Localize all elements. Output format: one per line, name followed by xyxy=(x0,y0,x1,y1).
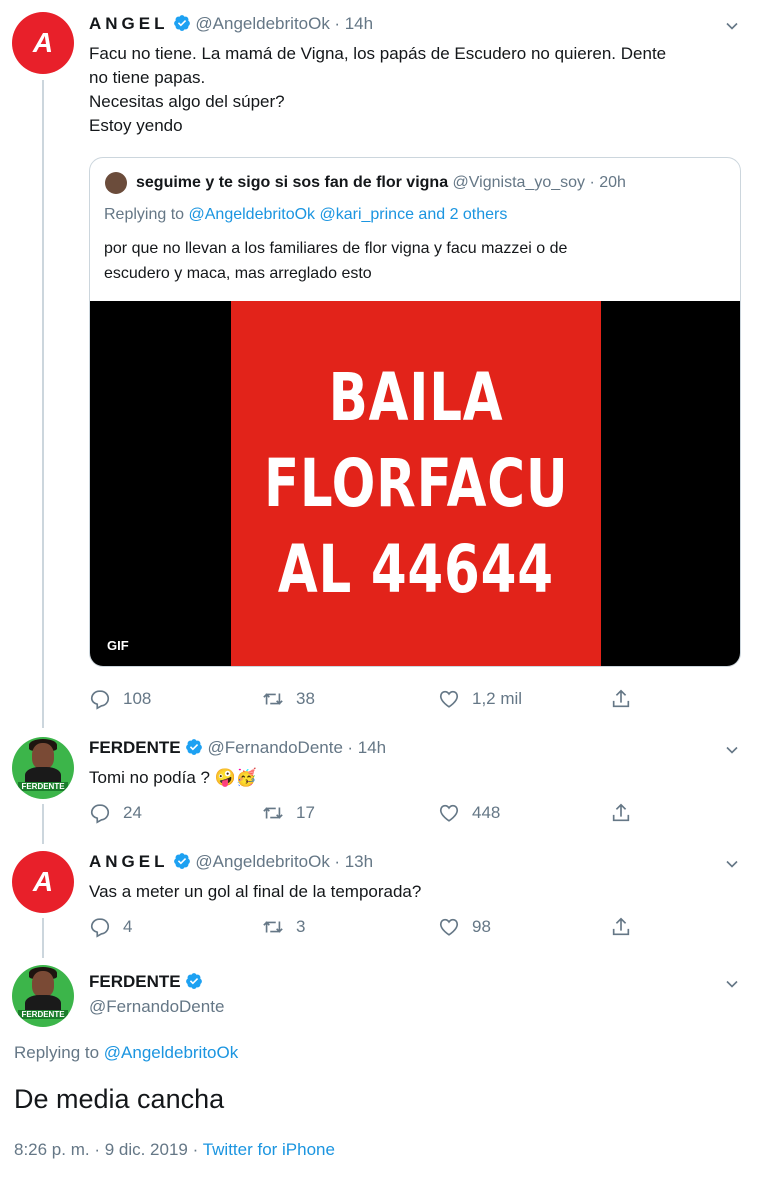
thread-line xyxy=(42,804,44,844)
like-count: 1,2 mil xyxy=(472,689,523,708)
quoted-time: · 20h xyxy=(589,174,626,191)
quoted-handle: @Vignista_yo_soy xyxy=(452,174,586,191)
tweet-header: FERDENTE @FernandoDente · 14h xyxy=(89,738,386,758)
gif-media[interactable]: BAILA FLORFACU AL 44644 GIF xyxy=(90,301,740,666)
replying-to: Replying to @AngeldebritoOk xyxy=(14,1043,239,1062)
quoted-tweet[interactable]: seguime y te sigo si sos fan de flor vig… xyxy=(89,157,741,667)
like-button[interactable]: 448 xyxy=(438,802,500,824)
retweet-button[interactable]: 38 xyxy=(262,688,315,710)
quoted-header: seguime y te sigo si sos fan de flor vig… xyxy=(136,174,626,192)
display-name[interactable]: FERDENTE xyxy=(89,738,181,757)
tweet-timestamp[interactable]: 8:26 p. m. · 9 dic. 2019 · xyxy=(14,1140,198,1159)
display-name[interactable]: FERDENTE xyxy=(89,972,181,991)
verified-icon xyxy=(173,852,191,870)
like-icon xyxy=(438,916,460,938)
replying-to-link[interactable]: @AngeldebritoOk xyxy=(104,1043,238,1062)
retweet-button[interactable]: 3 xyxy=(262,916,305,938)
reply-button[interactable]: 108 xyxy=(89,688,151,710)
share-button[interactable] xyxy=(610,688,644,710)
quoted-text: por que no llevan a los familiares de fl… xyxy=(104,240,568,282)
tweet-time[interactable]: · 13h xyxy=(334,852,373,871)
tweet-metadata: 8:26 p. m. · 9 dic. 2019 · Twitter for i… xyxy=(14,1140,335,1160)
tweet-header: FERDENTE xyxy=(89,972,203,992)
share-button[interactable] xyxy=(610,802,644,824)
avatar[interactable]: A xyxy=(12,12,74,74)
user-handle[interactable]: @FernandoDente xyxy=(208,738,343,757)
retweet-icon xyxy=(262,688,284,710)
share-button[interactable] xyxy=(610,916,644,938)
reply-count: 24 xyxy=(123,803,142,822)
retweet-icon xyxy=(262,802,284,824)
like-button[interactable]: 98 xyxy=(438,916,491,938)
like-icon xyxy=(438,688,460,710)
chevron-down-icon[interactable] xyxy=(725,977,739,991)
like-button[interactable]: 1,2 mil xyxy=(438,688,522,710)
retweet-count: 3 xyxy=(296,917,306,936)
reply-button[interactable]: 4 xyxy=(89,916,132,938)
share-icon xyxy=(610,916,632,938)
verified-icon xyxy=(185,738,203,756)
user-handle[interactable]: @AngeldebritoOk xyxy=(195,14,329,33)
tweet-text: Facu no tiene. La mamá de Vigna, los pap… xyxy=(89,44,667,135)
reply-icon xyxy=(89,916,111,938)
tweet-text: De media cancha xyxy=(14,1084,225,1114)
avatar[interactable]: FERDENTE xyxy=(12,737,74,799)
reply-icon xyxy=(89,688,111,710)
share-icon xyxy=(610,802,632,824)
share-icon xyxy=(610,688,632,710)
tweet-time[interactable]: · 14h xyxy=(334,14,373,33)
quoted-display-name: seguime y te sigo si sos fan de flor vig… xyxy=(136,174,449,191)
reply-count: 108 xyxy=(123,689,152,708)
tweet-text: Tomi no podía ? 🤪🥳 xyxy=(89,768,258,787)
reply-button[interactable]: 24 xyxy=(89,802,142,824)
like-icon xyxy=(438,802,460,824)
reply-count: 4 xyxy=(123,917,133,936)
tweet-time[interactable]: · 14h xyxy=(347,738,386,757)
chevron-down-icon[interactable] xyxy=(725,857,739,871)
avatar[interactable]: A xyxy=(12,851,74,913)
retweet-icon xyxy=(262,916,284,938)
verified-icon xyxy=(185,972,203,990)
thread-line xyxy=(42,80,44,728)
tweet-source[interactable]: Twitter for iPhone xyxy=(203,1140,335,1159)
like-count: 98 xyxy=(472,917,491,936)
gif-red-panel: BAILA FLORFACU AL 44644 xyxy=(231,301,601,666)
avatar-label: FERDENTE xyxy=(18,782,68,791)
like-count: 448 xyxy=(472,803,501,822)
tweet-text: Vas a meter un gol al final de la tempor… xyxy=(89,882,422,901)
tweet-header: ANGEL @AngeldebritoOk · 13h xyxy=(89,852,373,872)
quoted-replying-to: Replying to @AngeldebritoOk @kari_prince… xyxy=(104,206,508,223)
display-name[interactable]: ANGEL xyxy=(89,852,169,871)
user-handle[interactable]: @FernandoDente xyxy=(89,997,224,1017)
gif-badge: GIF xyxy=(100,634,136,657)
verified-icon xyxy=(173,14,191,32)
chevron-down-icon[interactable] xyxy=(725,743,739,757)
display-name[interactable]: ANGEL xyxy=(89,14,169,33)
retweet-button[interactable]: 17 xyxy=(262,802,315,824)
reply-icon xyxy=(89,802,111,824)
retweet-count: 38 xyxy=(296,689,315,708)
quoted-avatar xyxy=(105,172,127,194)
tweet-header: ANGEL @AngeldebritoOk · 14h xyxy=(89,14,373,34)
chevron-down-icon[interactable] xyxy=(725,19,739,33)
user-handle[interactable]: @AngeldebritoOk xyxy=(195,852,329,871)
avatar[interactable]: FERDENTE xyxy=(12,965,74,1027)
thread-line xyxy=(42,918,44,958)
retweet-count: 17 xyxy=(296,803,315,822)
avatar-label: FERDENTE xyxy=(18,1010,68,1019)
